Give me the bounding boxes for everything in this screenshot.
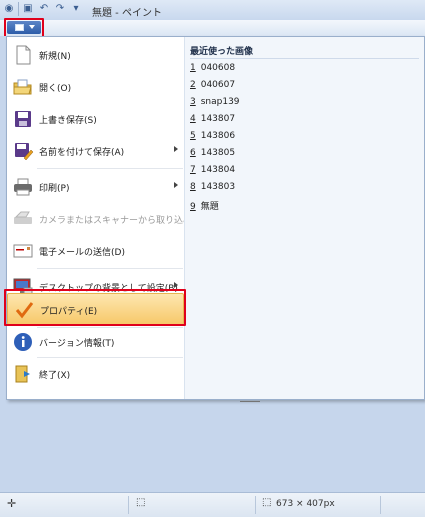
menu-item-open[interactable]: 開く(O)	[7, 71, 184, 103]
submenu-arrow-icon	[174, 146, 178, 152]
paint-app-icon[interactable]: ◉	[2, 2, 16, 16]
toolbar-separator	[18, 2, 19, 16]
recent-item-name: 040608	[200, 63, 236, 73]
recent-item-number: 7	[190, 165, 196, 175]
menu-separator	[37, 268, 183, 269]
recent-item-number: 4	[190, 114, 196, 124]
recent-item-number: 9	[190, 202, 196, 212]
recent-item-name: 143803	[200, 182, 236, 192]
recent-title-underline	[190, 58, 419, 59]
recent-item[interactable]: 5 143806	[190, 131, 235, 141]
recent-item-name: 143806	[200, 131, 236, 141]
menu-item-label: 印刷(P)	[39, 184, 70, 194]
undo-icon[interactable]: ↶	[37, 2, 51, 16]
paint-menu-button[interactable]	[7, 21, 41, 34]
selection-size-icon: ⬚	[136, 497, 146, 508]
menu-item-label: 上書き保存(S)	[39, 116, 97, 126]
menu-commands: 新規(N) 開く(O) 上書き保存(S) 名前を付けて保存(A) 印刷(P) カ…	[7, 37, 207, 399]
menu-item-print[interactable]: 印刷(P)	[7, 171, 184, 203]
recent-item[interactable]: 2 040607	[190, 80, 235, 90]
paint-application-menu: 新規(N) 開く(O) 上書き保存(S) 名前を付けて保存(A) 印刷(P) カ…	[6, 36, 425, 400]
menu-item-save[interactable]: 上書き保存(S)	[7, 103, 184, 135]
status-separator	[128, 496, 129, 514]
scanner-icon	[14, 211, 32, 224]
customize-icon[interactable]: ▾	[69, 2, 83, 16]
title-bar: ◉ ▣ ↶ ↷ ▾ 無題 - ペイント	[0, 0, 425, 21]
recent-item-name: 040607	[200, 80, 236, 90]
recent-pictures-panel: 最近使った画像 1 040608 2 040607 3 snap139 4 143807…	[185, 37, 424, 399]
printer-icon	[14, 178, 32, 196]
properties-check-icon	[15, 302, 34, 319]
save-as-icon	[15, 143, 34, 161]
recent-item[interactable]: 4 143807	[190, 114, 235, 124]
status-bar: ✛ ⬚ ⬚ 673 × 407px	[0, 492, 425, 517]
recent-item-name: snap139	[200, 97, 240, 107]
recent-item-number: 6	[190, 148, 196, 158]
menu-item-label: 名前を付けて保存(A)	[39, 148, 125, 158]
recent-item[interactable]: 7 143804	[190, 165, 235, 175]
menu-item-about[interactable]: バージョン情報(T)	[7, 326, 184, 358]
menu-item-properties[interactable]: プロパティ(E)	[7, 293, 184, 325]
status-separator	[255, 496, 256, 514]
menu-item-import-from-camera: カメラまたはスキャナーから取り込み(M)	[7, 203, 207, 235]
recent-item-number: 2	[190, 80, 196, 90]
submenu-arrow-icon	[174, 182, 178, 188]
recent-pictures-title: 最近使った画像	[190, 47, 254, 57]
recent-item-number: 5	[190, 131, 196, 141]
exit-icon	[15, 365, 30, 383]
menu-item-label: 開く(O)	[39, 84, 72, 94]
recent-item-name: 無題	[200, 202, 219, 212]
canvas-edge	[240, 401, 260, 402]
info-icon	[14, 333, 32, 351]
recent-item[interactable]: 3 snap139	[190, 97, 240, 107]
canvas-size-icon: ⬚	[262, 497, 272, 508]
ribbon-bar	[0, 20, 425, 36]
open-folder-icon	[13, 79, 32, 95]
menu-item-label: バージョン情報(T)	[39, 339, 115, 349]
recent-item-number: 3	[190, 97, 196, 107]
recent-item-number: 1	[190, 63, 196, 73]
menu-item-new[interactable]: 新規(N)	[7, 39, 184, 71]
save-icon	[15, 111, 31, 127]
menu-separator	[37, 168, 183, 169]
quick-access-toolbar: ◉ ▣ ↶ ↷ ▾	[2, 2, 83, 16]
menu-item-label: 終了(X)	[39, 371, 71, 381]
menu-item-send-email[interactable]: 電子メールの送信(D)	[7, 235, 184, 267]
menu-item-save-as[interactable]: 名前を付けて保存(A)	[7, 135, 184, 167]
window-title: 無題 - ペイント	[92, 8, 162, 19]
menu-item-label: プロパティ(E)	[40, 307, 98, 317]
recent-item-name: 143807	[200, 114, 236, 124]
save-icon[interactable]: ▣	[21, 2, 35, 16]
menu-item-label: 電子メールの送信(D)	[39, 248, 125, 258]
paint-menu-icon	[15, 24, 24, 31]
recent-item[interactable]: 9 無題	[190, 199, 219, 212]
status-separator	[380, 496, 381, 514]
recent-item[interactable]: 6 143805	[190, 148, 235, 158]
cursor-position-icon: ✛	[7, 497, 17, 510]
new-file-icon	[16, 45, 31, 65]
recent-item[interactable]: 1 040608	[190, 63, 235, 73]
recent-item-name: 143804	[200, 165, 236, 175]
menu-item-exit[interactable]: 終了(X)	[7, 358, 184, 390]
email-icon	[13, 244, 33, 258]
recent-item-name: 143805	[200, 148, 236, 158]
recent-item[interactable]: 8 143803	[190, 182, 235, 192]
recent-item-number: 8	[190, 182, 196, 192]
redo-icon[interactable]: ↷	[53, 2, 67, 16]
menu-item-label: カメラまたはスキャナーから取り込み(M)	[39, 216, 207, 226]
chevron-down-icon	[29, 25, 35, 29]
canvas-size-text: 673 × 407px	[276, 499, 335, 509]
submenu-arrow-icon	[174, 282, 178, 288]
menu-item-label: 新規(N)	[39, 52, 71, 62]
